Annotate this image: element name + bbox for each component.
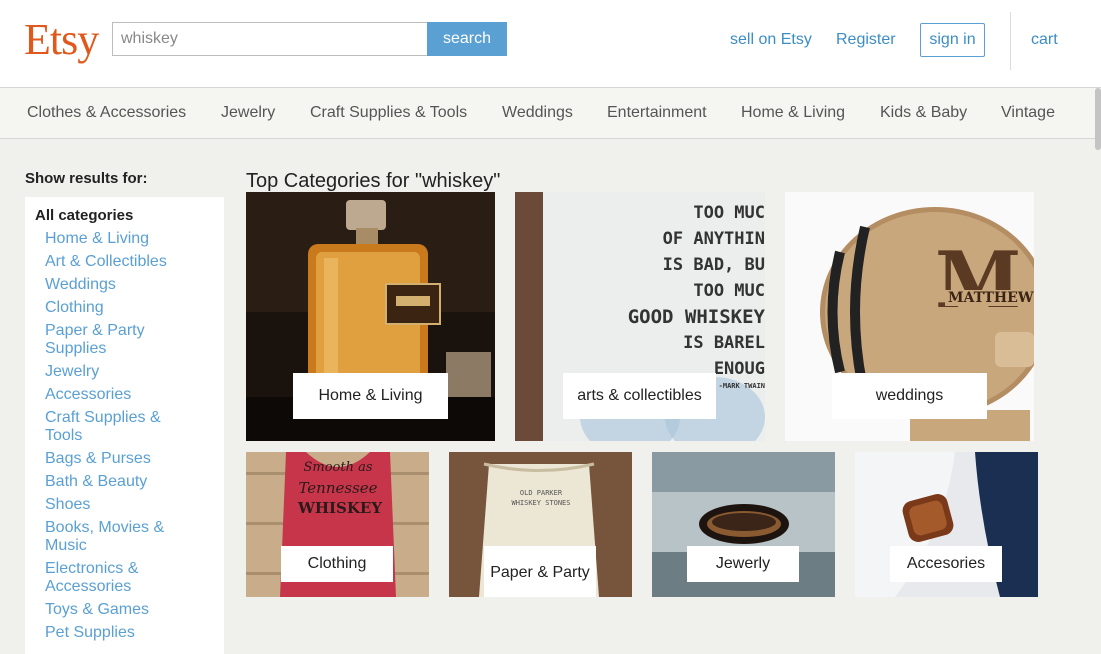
shirt-line: Tennessee [298,479,378,497]
tile-label: Clothing [281,546,393,582]
tile-label: Paper & Party [484,546,596,597]
print-line: IS BAD, BU [662,255,765,275]
bag-line: OLD PARKER [519,489,563,497]
search-input[interactable] [113,23,428,55]
engraving-name: MATTHEWS [945,290,1034,306]
header-divider [1010,12,1011,70]
print-line: OF ANYTHIN [662,229,765,249]
sidebar-item-toys-games[interactable]: Toys & Games [45,601,220,619]
sidebar-item-craft-supplies[interactable]: Craft Supplies & Tools [45,409,175,445]
tile-arts-collectibles[interactable]: TOO MUC OF ANYTHIN IS BAD, BU TOO MUC GO… [515,192,765,441]
category-sidebar: All categories Home & Living Art & Colle… [25,197,224,654]
engraving-letter: M [935,235,1022,326]
sidebar-item-pet-supplies[interactable]: Pet Supplies [45,624,220,642]
print-text: TOO MUC OF ANYTHIN IS BAD, BU TOO MUC GO… [625,200,765,391]
tile-clothing[interactable]: Smooth as Tennessee WHISKEY Clothing [246,452,429,597]
sidebar-item-weddings[interactable]: Weddings [45,276,220,294]
print-line: IS BAREL [683,333,765,353]
sidebar-item-books-movies[interactable]: Books, Movies & Music [45,519,175,555]
etsy-logo[interactable]: Etsy [24,16,99,64]
print-line: TOO MUC [693,203,765,223]
search-button[interactable]: search [427,22,507,56]
tile-label: Home & Living [293,373,448,419]
nav-entertainment[interactable]: Entertainment [607,104,707,122]
tile-label: Accesories [890,546,1002,582]
bag-line: WHISKEY STONES [511,499,571,507]
print-line: GOOD WHISKEY [627,306,765,328]
tile-paper-party[interactable]: OLD PARKER WHISKEY STONES Paper & Party [449,452,632,597]
tile-weddings[interactable]: M MATTHEWS weddings [785,192,1034,441]
category-nav: Clothes & Accessories Jewelry Craft Supp… [0,88,1101,139]
shirt-line: Smooth as [303,460,373,475]
tile-label: weddings [832,373,987,419]
tile-label: Jewerly [687,546,799,582]
nav-clothes-accessories[interactable]: Clothes & Accessories [27,104,186,122]
sidebar-category-list: Home & Living Art & Collectibles Wedding… [45,230,220,647]
search-box[interactable] [112,22,428,56]
nav-home-living[interactable]: Home & Living [741,104,845,122]
nav-kids-baby[interactable]: Kids & Baby [880,104,967,122]
sidebar-item-paper-party[interactable]: Paper & Party Supplies [45,322,165,358]
tile-accessories[interactable]: Accesories [855,452,1038,597]
bag-print: OLD PARKER WHISKEY STONES [511,488,571,508]
all-categories-item[interactable]: All categories [35,207,133,224]
tile-jewelry[interactable]: Jewerly [652,452,835,597]
tile-home-living[interactable]: Home & Living [246,192,495,441]
shirt-line: WHISKEY [298,499,383,517]
top-categories-title: Top Categories for "whiskey" [246,170,501,192]
sidebar-item-bags-purses[interactable]: Bags & Purses [45,450,220,468]
nav-vintage[interactable]: Vintage [1001,104,1055,122]
shirt-print: Smooth as Tennessee WHISKEY [298,458,383,518]
sign-in-button[interactable]: sign in [920,23,985,57]
sidebar-item-accessories[interactable]: Accessories [45,386,220,404]
nav-jewelry[interactable]: Jewelry [221,104,275,122]
sidebar-item-jewelry[interactable]: Jewelry [45,363,220,381]
sell-on-etsy-link[interactable]: sell on Etsy [730,31,812,49]
nav-craft-supplies[interactable]: Craft Supplies & Tools [310,104,467,122]
register-link[interactable]: Register [836,31,896,49]
cart-link[interactable]: cart [1031,31,1058,49]
sidebar-item-shoes[interactable]: Shoes [45,496,220,514]
tile-label: arts & collectibles [563,373,716,419]
site-header: Etsy search sell on Etsy Register sign i… [0,0,1101,88]
nav-weddings[interactable]: Weddings [502,104,573,122]
print-line: TOO MUC [693,281,765,301]
sidebar-item-bath-beauty[interactable]: Bath & Beauty [45,473,220,491]
sidebar-item-home-living[interactable]: Home & Living [45,230,220,248]
sidebar-item-art-collectibles[interactable]: Art & Collectibles [45,253,220,271]
sidebar-item-clothing[interactable]: Clothing [45,299,220,317]
sidebar-item-electronics[interactable]: Electronics & Accessories [45,560,165,596]
show-results-label: Show results for: [25,170,148,187]
page-scrollbar[interactable] [1095,88,1101,150]
